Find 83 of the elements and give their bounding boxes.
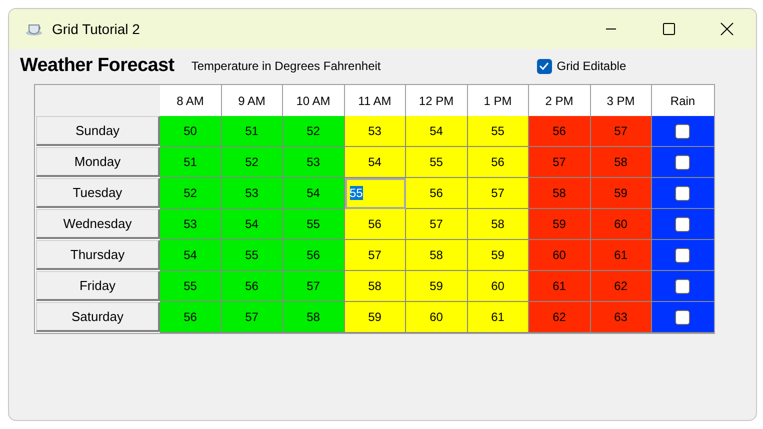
table-cell[interactable]: 55 [406,147,468,178]
table-cell[interactable]: 57 [344,240,406,271]
table-cell[interactable]: 56 [283,240,344,271]
table-cell[interactable]: 56 [160,302,222,333]
table-cell[interactable]: 59 [406,271,468,302]
table-cell[interactable]: 53 [344,116,406,147]
row-header[interactable]: Monday [36,147,160,177]
table-cell[interactable]: 53 [283,147,344,178]
table-cell[interactable]: 60 [406,302,468,333]
table-cell[interactable]: 56 [406,178,468,209]
table-cell[interactable]: 50 [160,116,222,147]
table-cell[interactable]: 58 [283,302,344,333]
column-header[interactable]: 9 AM [222,85,283,117]
table-cell[interactable]: 55 [222,240,283,271]
rain-checkbox[interactable] [675,216,690,232]
table-cell[interactable]: 56 [468,147,529,178]
row-header[interactable]: Wednesday [36,209,160,239]
table-cell[interactable]: 63 [590,302,652,333]
table-cell[interactable]: 55 [344,178,406,209]
rain-checkbox[interactable] [675,278,690,294]
table-cell[interactable]: 55 [283,209,344,240]
table-cell[interactable]: 58 [406,240,468,271]
table-cell[interactable]: 57 [283,271,344,302]
column-header[interactable]: 3 PM [590,85,652,117]
column-header[interactable]: 1 PM [468,85,529,117]
rain-checkbox[interactable] [675,154,690,170]
table-cell[interactable]: 54 [160,240,222,271]
table-cell[interactable]: 62 [590,271,652,302]
table-cell[interactable]: 52 [283,116,344,147]
table-cell[interactable]: 54 [283,178,344,209]
table-cell[interactable]: 61 [468,302,529,333]
table-cell[interactable]: 56 [529,116,590,147]
checkmark-icon [539,62,550,70]
maximize-icon [663,23,675,35]
table-cell[interactable]: 61 [529,271,590,302]
checkbox-label: Grid Editable [556,59,626,73]
table-cell[interactable]: 57 [529,147,590,178]
rain-checkbox[interactable] [675,310,690,324]
window-title: Grid Tutorial 2 [52,21,141,37]
table-cell[interactable]: 55 [468,116,529,147]
table-cell[interactable]: 59 [529,209,590,240]
rain-checkbox[interactable] [675,124,690,138]
rain-checkbox[interactable] [675,248,690,262]
table-cell[interactable]: 59 [344,302,406,333]
table-cell[interactable]: 58 [529,178,590,209]
table-cell[interactable]: 57 [590,116,652,147]
heading: Weather Forecast [20,55,174,77]
row-header[interactable]: Friday [36,271,160,301]
table-cell[interactable]: 59 [590,178,652,209]
row-header[interactable]: Saturday [36,302,160,332]
table-cell[interactable]: 52 [160,178,222,209]
table-cell[interactable]: 59 [468,240,529,271]
table-cell[interactable]: 54 [222,209,283,240]
table-cell[interactable]: 56 [344,209,406,240]
row-header[interactable]: Tuesday [36,178,160,208]
table-cell[interactable]: 57 [406,209,468,240]
table-cell[interactable]: 60 [529,240,590,271]
table-cell[interactable]: 58 [468,209,529,240]
column-header[interactable]: 11 AM [344,85,406,117]
table-cell[interactable]: 51 [222,116,283,147]
rain-checkbox[interactable] [675,186,690,200]
table-cell[interactable]: 51 [160,147,222,178]
close-icon [720,22,734,36]
table-cell[interactable]: 55 [160,271,222,302]
table-cell[interactable]: 60 [468,271,529,302]
table-cell[interactable]: 60 [590,209,652,240]
checkbox[interactable] [536,58,552,74]
teacup-icon [26,22,44,36]
table-cell[interactable]: 56 [222,271,283,302]
table-cell[interactable]: 61 [590,240,652,271]
row-header[interactable]: Sunday [36,116,160,146]
table-cell[interactable]: 58 [590,147,652,178]
table-cell[interactable]: 57 [468,178,529,209]
table-cell[interactable]: 57 [222,302,283,333]
table-cell[interactable]: 53 [222,178,283,209]
table-cell[interactable]: 54 [406,116,468,147]
table-cell[interactable]: 58 [344,271,406,302]
subtitle: Temperature in Degrees Fahrenheit [191,59,381,73]
table-cell[interactable]: 62 [529,302,590,333]
table-cell[interactable]: 52 [222,147,283,178]
table-cell[interactable]: 53 [160,209,222,240]
row-header[interactable]: Thursday [36,240,160,270]
table-cell[interactable]: 54 [344,147,406,178]
